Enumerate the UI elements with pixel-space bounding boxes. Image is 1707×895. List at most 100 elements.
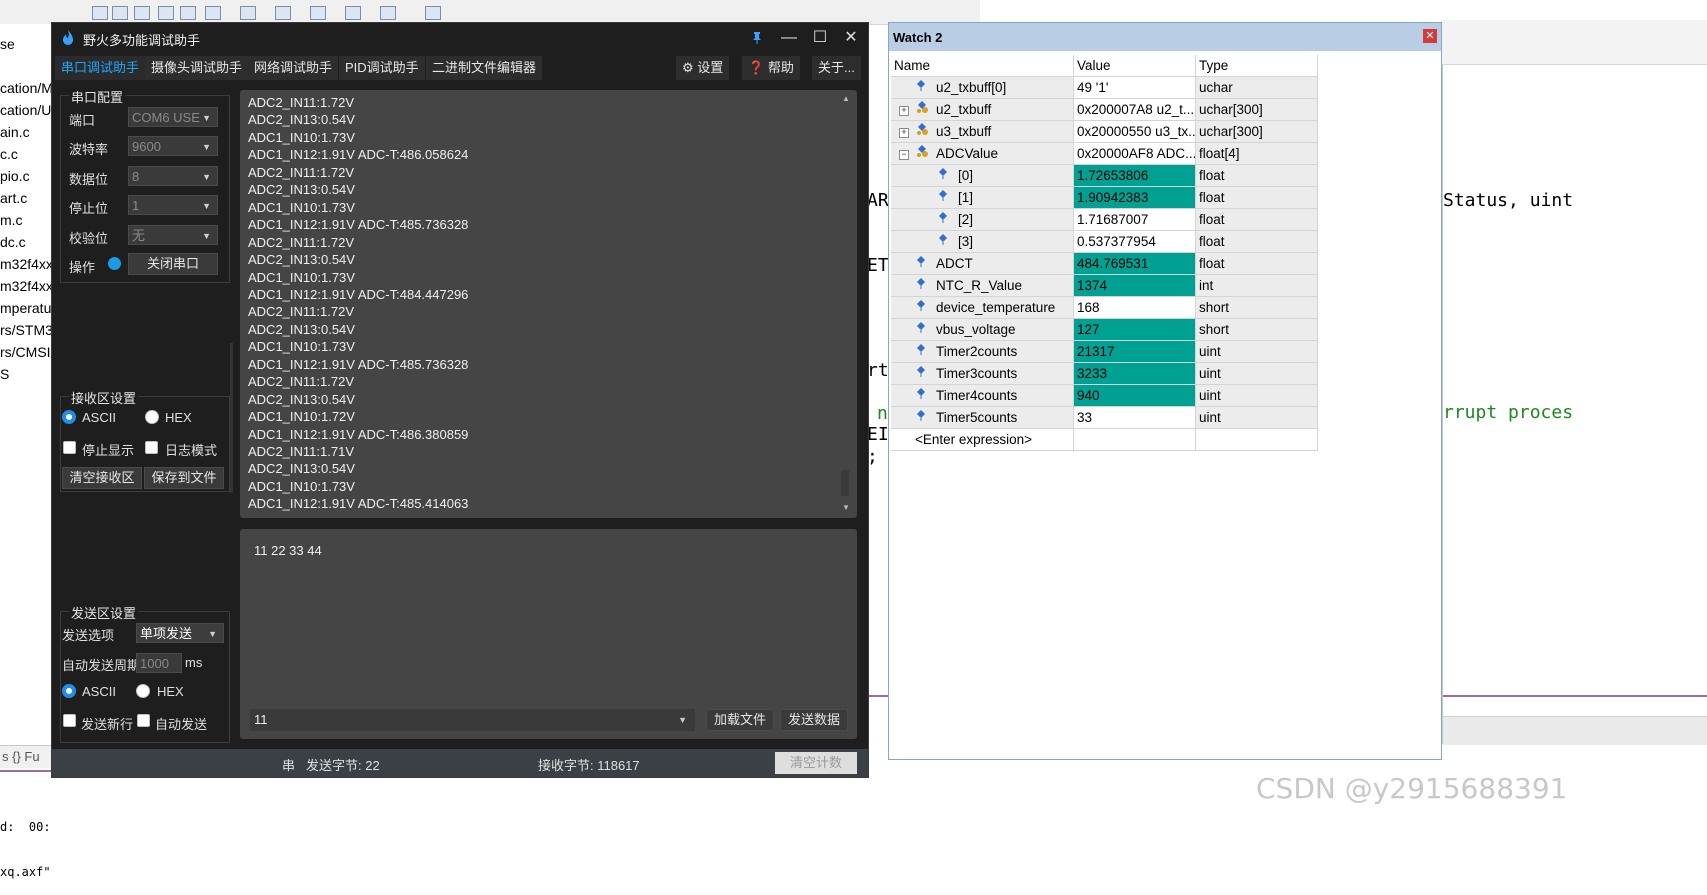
- watch-value[interactable]: 1374: [1074, 275, 1196, 297]
- tx-hex-radio[interactable]: [136, 684, 150, 698]
- watch-value[interactable]: 1.90942383: [1074, 187, 1196, 209]
- baud-select[interactable]: 9600 ▼: [128, 136, 218, 156]
- header-value[interactable]: Value: [1074, 55, 1196, 77]
- tree-item[interactable]: S: [0, 366, 9, 382]
- tree-item[interactable]: dc.c: [0, 234, 26, 250]
- send-newline-checkbox[interactable]: [63, 714, 76, 727]
- tree-item[interactable]: cation/U: [0, 102, 51, 118]
- stop-display-checkbox[interactable]: [63, 441, 76, 454]
- watch-value[interactable]: 0x200007A8 u2_t...: [1074, 99, 1196, 121]
- watch-title-bar[interactable]: Watch 2 ✕: [889, 23, 1441, 51]
- rx-ascii-radio[interactable]: [62, 410, 76, 424]
- auto-period-input[interactable]: 1000: [136, 653, 182, 673]
- send-text[interactable]: 11 22 33 44: [254, 543, 322, 558]
- watch-value[interactable]: 3233: [1074, 363, 1196, 385]
- toolbar-icon[interactable]: [275, 6, 291, 20]
- watch-value[interactable]: 0x20000AF8 ADC...: [1074, 143, 1196, 165]
- receive-scrollbar[interactable]: ▲ ▼: [841, 94, 851, 512]
- load-file-button[interactable]: 加载文件: [706, 709, 774, 731]
- toolbar-icon[interactable]: [205, 6, 221, 20]
- toolbar-icon[interactable]: [158, 6, 174, 20]
- help-button[interactable]: ❓ 帮助: [742, 56, 800, 80]
- stopbits-select[interactable]: 1 ▼: [128, 195, 218, 215]
- header-type[interactable]: Type: [1196, 55, 1318, 77]
- scroll-down-icon[interactable]: ▼: [842, 503, 850, 512]
- watch-value[interactable]: 168: [1074, 297, 1196, 319]
- receive-line: ADC2_IN13:0.54V: [248, 461, 355, 477]
- toolbar-icon[interactable]: [240, 6, 256, 20]
- watch-value[interactable]: 0x20000550 u3_tx...: [1074, 121, 1196, 143]
- tree-item[interactable]: se: [0, 36, 15, 52]
- tab-network[interactable]: 网络调试助手: [248, 56, 339, 80]
- tab-camera[interactable]: 摄像头调试助手: [145, 56, 249, 80]
- tree-item[interactable]: art.c: [0, 190, 27, 206]
- tree-item[interactable]: pio.c: [0, 168, 30, 184]
- tab-binary-editor[interactable]: 二进制文件编辑器: [426, 56, 543, 80]
- toolbar-icon[interactable]: [180, 6, 196, 20]
- clear-count-button[interactable]: 清空计数: [775, 752, 857, 774]
- databits-select[interactable]: 8 ▼: [128, 166, 218, 186]
- tab-serial[interactable]: 串口调试助手: [55, 56, 146, 80]
- watch-value[interactable]: 49 '1': [1074, 77, 1196, 99]
- watch-name[interactable]: [1]: [891, 187, 1074, 209]
- watch-value[interactable]: 127: [1074, 319, 1196, 341]
- tree-item[interactable]: cation/M: [0, 80, 53, 96]
- minimize-button[interactable]: —: [778, 27, 800, 49]
- tree-item[interactable]: m.c: [0, 212, 23, 228]
- toolbar-icon[interactable]: [425, 6, 441, 20]
- expand-icon[interactable]: +: [899, 106, 909, 116]
- send-history-select[interactable]: 11 ▼: [250, 709, 695, 731]
- bottom-tab-label[interactable]: s {} Fu: [2, 749, 40, 764]
- about-button[interactable]: 关于...: [812, 56, 861, 80]
- tab-pid[interactable]: PID调试助手: [339, 56, 425, 80]
- parity-select[interactable]: 无 ▼: [128, 225, 218, 245]
- toolbar-icon[interactable]: [92, 6, 108, 20]
- rx-hex-radio[interactable]: [145, 410, 159, 424]
- close-button[interactable]: ✕: [840, 27, 862, 49]
- header-name[interactable]: Name: [891, 55, 1074, 77]
- toolbar-icon[interactable]: [112, 6, 128, 20]
- close-icon[interactable]: ✕: [1423, 29, 1437, 43]
- expand-icon[interactable]: +: [899, 128, 909, 138]
- clear-rx-button[interactable]: 清空接收区: [62, 467, 142, 489]
- close-port-button[interactable]: 关闭串口: [128, 253, 218, 275]
- toolbar-icon[interactable]: [310, 6, 326, 20]
- port-select[interactable]: COM6 USE ▼: [128, 107, 218, 127]
- send-area[interactable]: 11 22 33 44 11 ▼ 加载文件 发送数据: [240, 529, 857, 739]
- scroll-up-icon[interactable]: ▲: [842, 94, 850, 103]
- tree-item[interactable]: c.c: [0, 146, 18, 162]
- receive-area[interactable]: ▲ ▼ ADC2_IN11:1.72V ADC2_IN13:0.54V ADC1_I…: [240, 90, 857, 518]
- watch-value[interactable]: 21317: [1074, 341, 1196, 363]
- tx-ascii-radio[interactable]: [62, 684, 76, 698]
- toolbar-icon[interactable]: [134, 6, 150, 20]
- toolbar-icon[interactable]: [380, 6, 396, 20]
- watch-value[interactable]: 0.537377954: [1074, 231, 1196, 253]
- watch-value[interactable]: 940: [1074, 385, 1196, 407]
- watch-value[interactable]: 1.72653806: [1074, 165, 1196, 187]
- watch-name[interactable]: [2]: [891, 209, 1074, 231]
- send-option-select[interactable]: 单项发送 ▼: [136, 623, 224, 643]
- send-data-button[interactable]: 发送数据: [780, 709, 848, 731]
- auto-send-checkbox[interactable]: [137, 714, 150, 727]
- scroll-thumb[interactable]: [841, 470, 849, 496]
- maximize-button[interactable]: ☐: [809, 27, 831, 49]
- enter-expression[interactable]: <Enter expression>: [891, 429, 1074, 451]
- watch-name[interactable]: [0]: [891, 165, 1074, 187]
- pin-icon[interactable]: [746, 27, 768, 49]
- save-to-file-button[interactable]: 保存到文件: [144, 467, 224, 489]
- collapse-icon[interactable]: −: [899, 150, 909, 160]
- settings-button[interactable]: ⚙ 设置: [676, 56, 730, 80]
- struct-variable-icon: [917, 123, 928, 135]
- log-mode-checkbox[interactable]: [145, 441, 158, 454]
- tree-item[interactable]: ain.c: [0, 124, 30, 140]
- watch-value[interactable]: 484.769531: [1074, 253, 1196, 275]
- panel-splitter[interactable]: [230, 343, 233, 493]
- tree-item[interactable]: m32f4xx: [0, 278, 53, 294]
- watch-value[interactable]: 1.71687007: [1074, 209, 1196, 231]
- watch-name[interactable]: [3]: [891, 231, 1074, 253]
- watch-value[interactable]: 33: [1074, 407, 1196, 429]
- tree-item[interactable]: mperatu: [0, 300, 51, 316]
- title-bar[interactable]: 野火多功能调试助手 — ☐ ✕: [52, 23, 868, 53]
- toolbar-icon[interactable]: [345, 6, 361, 20]
- tree-item[interactable]: m32f4xx: [0, 256, 53, 272]
